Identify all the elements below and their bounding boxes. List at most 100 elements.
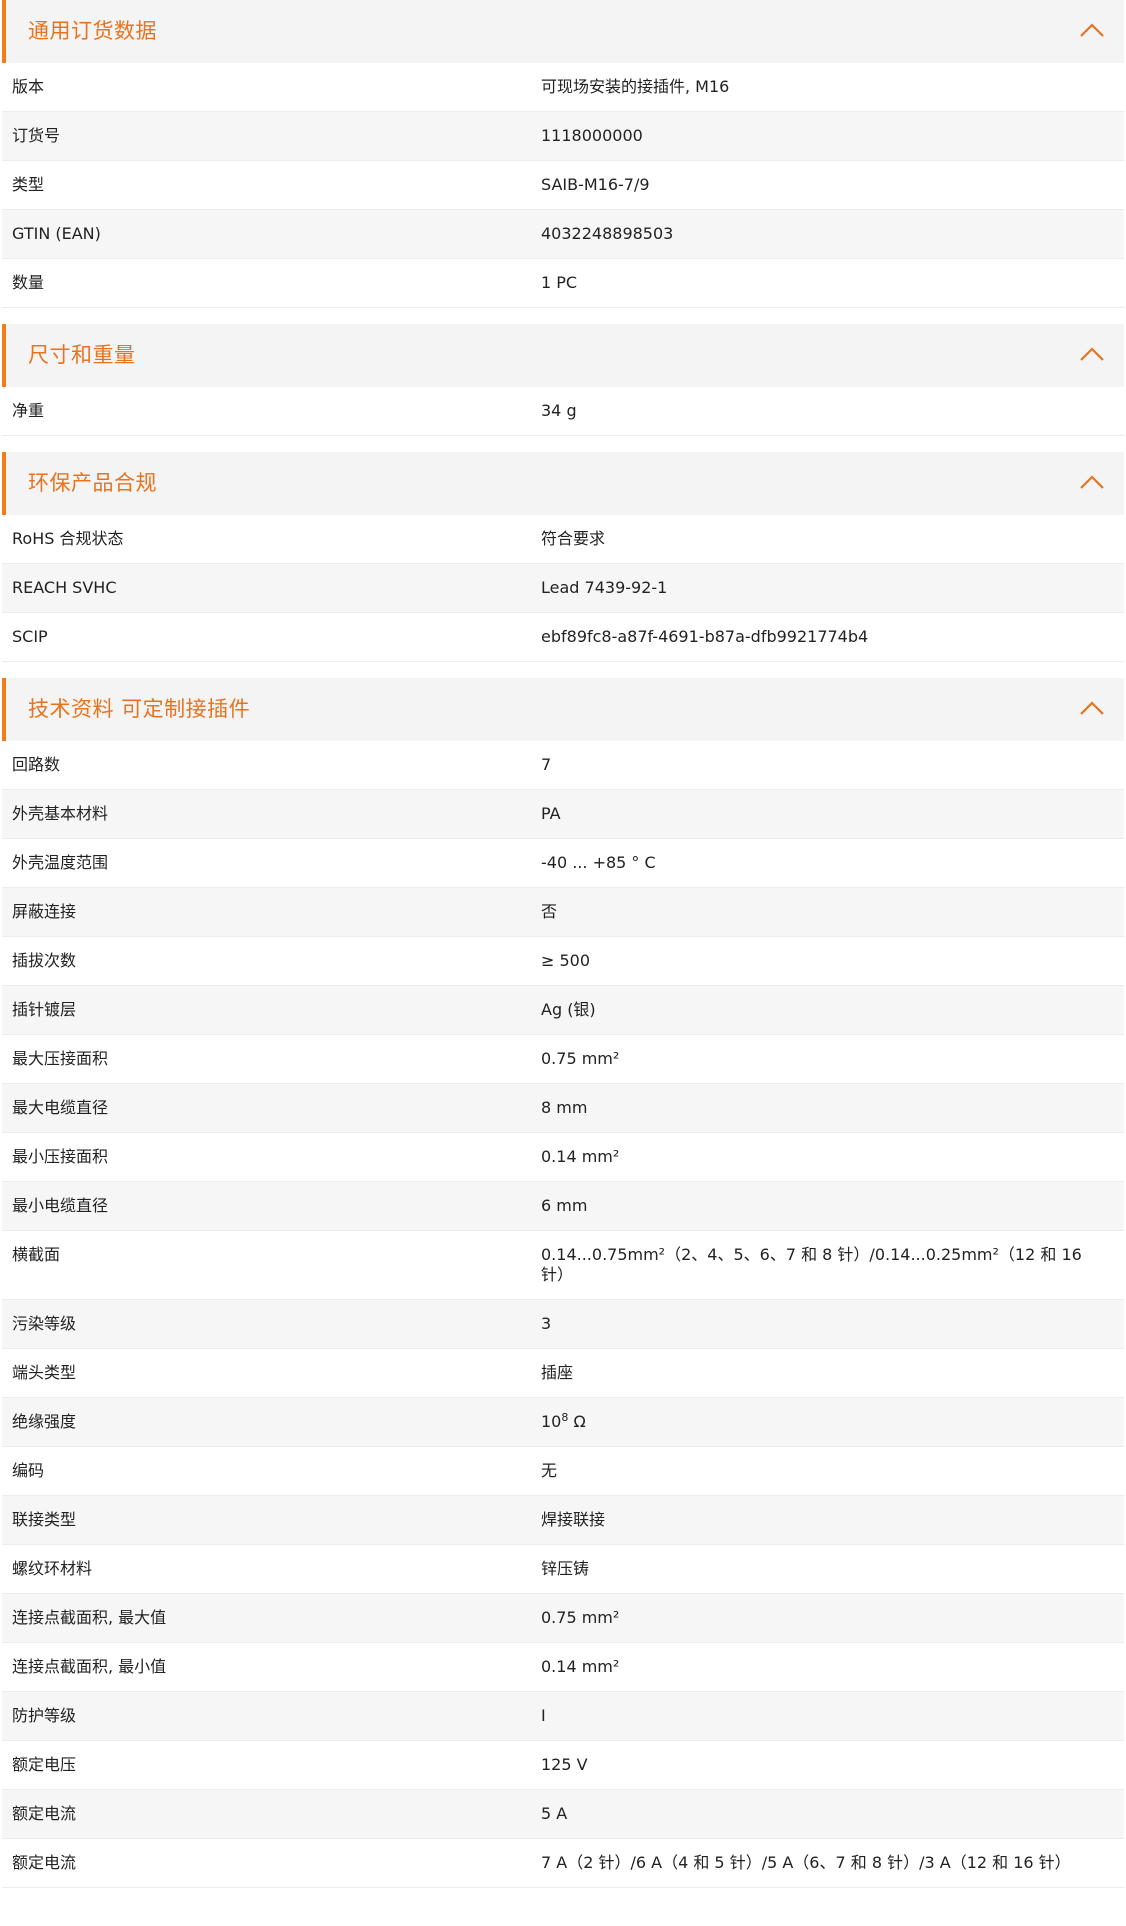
table-row: 最小压接面积 0.14 mm² — [2, 1133, 1124, 1182]
section-general-order-data: 通用订货数据 版本 可现场安装的接插件, M16 订货号 1118000000 类型… — [2, 0, 1124, 308]
row-value: 5 A — [541, 1804, 568, 1823]
row-label: 最大电缆直径 — [12, 1098, 109, 1117]
row-label: 数量 — [12, 273, 45, 292]
row-value: 无 — [541, 1461, 558, 1480]
row-value: I — [541, 1706, 546, 1725]
table-row: 回路数 7 — [2, 741, 1124, 790]
section-title: 环保产品合规 — [28, 471, 157, 495]
value-base: 10 — [541, 1412, 562, 1431]
table-row: 类型 SAIB-M16-7/9 — [2, 161, 1124, 210]
table-row: 订货号 1118000000 — [2, 112, 1124, 161]
row-label: 类型 — [12, 175, 45, 194]
row-value: 108 Ω — [541, 1398, 1124, 1444]
row-label: RoHS 合规状态 — [12, 529, 124, 548]
row-label: 连接点截面积, 最小值 — [12, 1657, 167, 1676]
row-label: 订货号 — [12, 126, 61, 145]
row-value: 7 — [541, 755, 552, 774]
row-value: 0.14...0.75mm²（2、4、5、6、7 和 8 针）/0.14...0… — [541, 1245, 1082, 1284]
section-title: 尺寸和重量 — [28, 343, 136, 367]
row-label: 插拔次数 — [12, 951, 77, 970]
row-label: 螺纹环材料 — [12, 1559, 93, 1578]
row-value: Ag (银) — [541, 1000, 596, 1019]
table-row: 螺纹环材料 锌压铸 — [2, 1545, 1124, 1594]
section-header[interactable]: 尺寸和重量 — [2, 324, 1124, 387]
table-row: REACH SVHC Lead 7439-92-1 — [2, 564, 1124, 613]
section-header[interactable]: 环保产品合规 — [2, 452, 1124, 515]
row-value: 否 — [541, 902, 558, 921]
table-row: 额定电压 125 V — [2, 1741, 1124, 1790]
table-row: 外壳基本材料 PA — [2, 790, 1124, 839]
table-row: 最大电缆直径 8 mm — [2, 1084, 1124, 1133]
row-value: 焊接联接 — [541, 1510, 606, 1529]
row-label: 最小电缆直径 — [12, 1196, 109, 1215]
row-value: 0.14 mm² — [541, 1657, 620, 1676]
row-label: 最小压接面积 — [12, 1147, 109, 1166]
row-label: 额定电流 — [12, 1853, 77, 1872]
row-label: 防护等级 — [12, 1706, 77, 1725]
row-value: 1 PC — [541, 273, 578, 292]
row-value: 7 A（2 针）/6 A（4 和 5 针）/5 A（6、7 和 8 针）/3 A… — [541, 1853, 1071, 1872]
row-value: 锌压铸 — [541, 1559, 590, 1578]
table-row: 联接类型 焊接联接 — [2, 1496, 1124, 1545]
section-dimensions-weight: 尺寸和重量 净重 34 g — [2, 324, 1124, 436]
table-row: RoHS 合规状态 符合要求 — [2, 515, 1124, 564]
row-value: 符合要求 — [541, 529, 606, 548]
row-label: 额定电压 — [12, 1755, 77, 1774]
row-value: 4032248898503 — [541, 224, 674, 243]
table-row: 净重 34 g — [2, 387, 1124, 436]
chevron-up-icon[interactable] — [1078, 344, 1106, 364]
table-row: 防护等级 I — [2, 1692, 1124, 1741]
row-label: 端头类型 — [12, 1363, 77, 1382]
section-header[interactable]: 通用订货数据 — [2, 0, 1124, 63]
chevron-up-icon[interactable] — [1078, 698, 1106, 718]
table-row: 绝缘强度 108 Ω — [2, 1398, 1124, 1447]
row-value: 1118000000 — [541, 126, 643, 145]
row-label: REACH SVHC — [12, 578, 117, 597]
row-value: 0.75 mm² — [541, 1608, 620, 1627]
table-row: 连接点截面积, 最大值 0.75 mm² — [2, 1594, 1124, 1643]
row-value: 0.14 mm² — [541, 1147, 620, 1166]
table-row: GTIN (EAN) 4032248898503 — [2, 210, 1124, 259]
section-title: 技术资料 可定制接插件 — [28, 697, 251, 721]
section-title: 通用订货数据 — [28, 19, 157, 43]
row-value: SAIB-M16-7/9 — [541, 175, 650, 194]
row-value: ebf89fc8-a87f-4691-b87a-dfb9921774b4 — [541, 627, 869, 646]
table-row: 最大压接面积 0.75 mm² — [2, 1035, 1124, 1084]
product-data-page: 通用订货数据 版本 可现场安装的接插件, M16 订货号 1118000000 类型… — [0, 0, 1126, 1888]
value-unit: Ω — [568, 1412, 586, 1431]
table-row: 污染等级 3 — [2, 1300, 1124, 1349]
row-label: 最大压接面积 — [12, 1049, 109, 1068]
section-header[interactable]: 技术资料 可定制接插件 — [2, 678, 1124, 741]
row-label: 净重 — [12, 401, 45, 420]
chevron-up-icon[interactable] — [1078, 20, 1106, 40]
table-row: 屏蔽连接 否 — [2, 888, 1124, 937]
row-value: 插座 — [541, 1363, 574, 1382]
chevron-up-icon[interactable] — [1078, 472, 1106, 492]
row-value: 0.75 mm² — [541, 1049, 620, 1068]
table-row: SCIP ebf89fc8-a87f-4691-b87a-dfb9921774b4 — [2, 613, 1124, 662]
row-label: GTIN (EAN) — [12, 224, 101, 243]
row-value: 34 g — [541, 401, 577, 420]
table-row: 数量 1 PC — [2, 259, 1124, 308]
row-label: 绝缘强度 — [12, 1412, 77, 1431]
row-value: 可现场安装的接插件, M16 — [541, 77, 730, 96]
table-row: 外壳温度范围 -40 ... +85 ° C — [2, 839, 1124, 888]
row-label: 外壳温度范围 — [12, 853, 109, 872]
row-value: 125 V — [541, 1755, 588, 1774]
row-label: 编码 — [12, 1461, 45, 1480]
row-label: 连接点截面积, 最大值 — [12, 1608, 167, 1627]
table-row: 端头类型 插座 — [2, 1349, 1124, 1398]
row-value: ≥ 500 — [541, 951, 591, 970]
row-value: Lead 7439-92-1 — [541, 578, 668, 597]
row-value: -40 ... +85 ° C — [541, 853, 656, 872]
row-label: 屏蔽连接 — [12, 902, 77, 921]
section-technical-data: 技术资料 可定制接插件 回路数 7 外壳基本材料 PA 外壳温度范围 -40 ... … — [2, 678, 1124, 1888]
row-value: 8 mm — [541, 1098, 588, 1117]
table-row: 插针镀层 Ag (银) — [2, 986, 1124, 1035]
table-row: 额定电流 5 A — [2, 1790, 1124, 1839]
table-row: 额定电流 7 A（2 针）/6 A（4 和 5 针）/5 A（6、7 和 8 针）… — [2, 1839, 1124, 1888]
row-label: 联接类型 — [12, 1510, 77, 1529]
table-row: 横截面 0.14...0.75mm²（2、4、5、6、7 和 8 针）/0.14.… — [2, 1231, 1124, 1300]
row-label: 横截面 — [12, 1245, 61, 1264]
row-label: 外壳基本材料 — [12, 804, 109, 823]
